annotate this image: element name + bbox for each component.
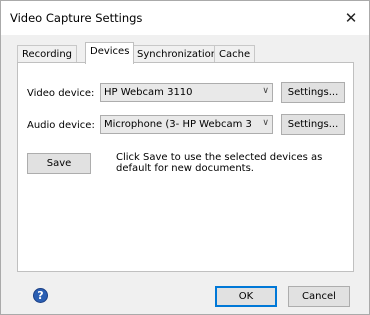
- title-bar: Video Capture Settings ✕: [1, 1, 369, 35]
- ok-button[interactable]: OK: [215, 286, 277, 307]
- audio-settings-button[interactable]: Settings...: [281, 114, 345, 135]
- window-title: Video Capture Settings: [10, 11, 143, 25]
- audio-device-label: Audio device:: [27, 120, 95, 131]
- chevron-down-icon: ∨: [262, 118, 269, 128]
- video-device-select[interactable]: HP Webcam 3110 ∨: [100, 83, 273, 102]
- dialog-window: Video Capture Settings ✕ Recording Devic…: [0, 0, 370, 315]
- devices-panel: Video device: HP Webcam 3110 ∨ Settings.…: [17, 62, 354, 272]
- tab-synchronization[interactable]: Synchronization: [132, 45, 223, 63]
- video-device-value: HP Webcam 3110: [104, 87, 193, 98]
- video-device-label: Video device:: [27, 88, 95, 99]
- cancel-button[interactable]: Cancel: [288, 286, 350, 307]
- audio-device-select[interactable]: Microphone (3- HP Webcam 31: ∨: [100, 115, 273, 134]
- close-icon[interactable]: ✕: [340, 7, 362, 29]
- help-icon[interactable]: ?: [33, 288, 48, 303]
- video-settings-button[interactable]: Settings...: [281, 82, 345, 103]
- tab-recording[interactable]: Recording: [17, 45, 78, 63]
- tab-devices[interactable]: Devices: [85, 42, 135, 64]
- chevron-down-icon: ∨: [262, 86, 269, 96]
- audio-device-value: Microphone (3- HP Webcam 31:: [104, 119, 252, 130]
- tab-cache[interactable]: Cache: [214, 45, 256, 63]
- save-hint: Click Save to use the selected devices a…: [116, 152, 323, 174]
- save-button[interactable]: Save: [27, 153, 91, 174]
